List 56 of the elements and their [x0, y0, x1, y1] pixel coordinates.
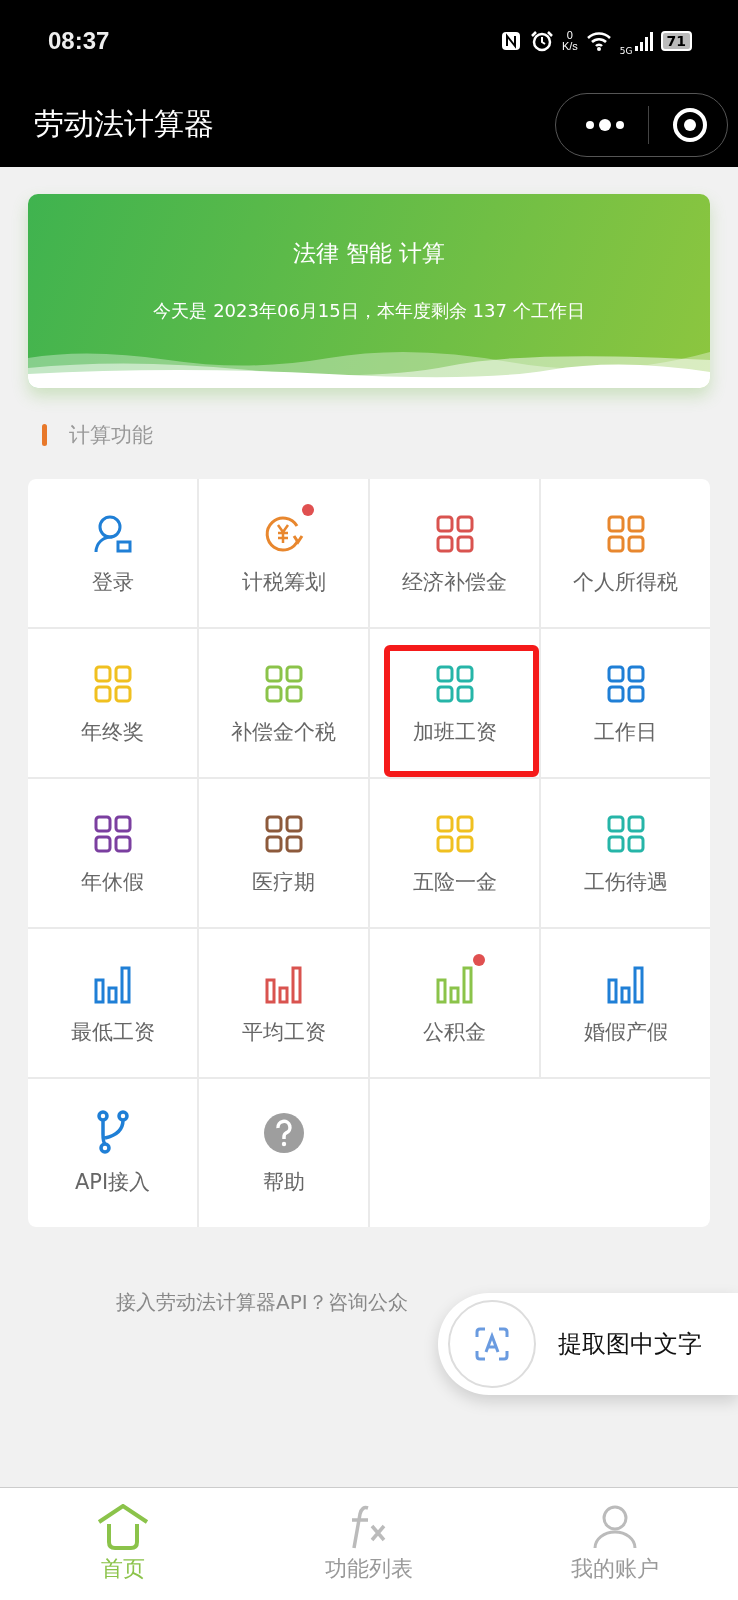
- feature-tile[interactable]: 帮助: [199, 1079, 368, 1227]
- tile-label: 最低工资: [70, 1019, 155, 1046]
- section-title: 计算功能: [69, 422, 153, 449]
- network-type: 5G: [619, 46, 633, 56]
- feature-tile[interactable]: 计税筹划: [199, 479, 368, 627]
- user-icon: [592, 1504, 638, 1550]
- feature-tile[interactable]: 工作日: [541, 629, 710, 777]
- tile-label: 年休假: [81, 869, 144, 896]
- net-speed: 0: [566, 30, 573, 41]
- app-title: 劳动法计算器: [34, 105, 214, 143]
- tile-label: API接入: [74, 1169, 151, 1196]
- signal-icon: [634, 31, 653, 51]
- nfc-icon: [499, 30, 522, 52]
- feature-tile[interactable]: 婚假产假: [541, 929, 710, 1077]
- net-speed-unit: K/s: [561, 41, 578, 52]
- feature-tile[interactable]: 加班工资: [370, 629, 539, 777]
- feature-tile[interactable]: 年休假: [28, 779, 197, 927]
- tile-label: 年终奖: [81, 719, 144, 746]
- tile-label: 补偿金个税: [231, 719, 336, 746]
- tile-label: 五险一金: [412, 869, 497, 896]
- feature-tile[interactable]: 最低工资: [28, 929, 197, 1077]
- status-time: 08:37: [48, 27, 110, 55]
- battery-indicator: 71: [660, 31, 692, 51]
- tile-label: 工伤待遇: [583, 869, 668, 896]
- tile-label: 经济补偿金: [402, 569, 507, 596]
- banner-title: 法律 智能 计算: [292, 239, 446, 268]
- feature-tile[interactable]: 公积金: [370, 929, 539, 1077]
- tile-label: 公积金: [423, 1019, 486, 1046]
- extract-text-button[interactable]: 提取图中文字: [438, 1293, 738, 1395]
- feature-tile[interactable]: 经济补偿金: [370, 479, 539, 627]
- tile-label: 计税筹划: [241, 569, 326, 596]
- accent-bar: [42, 424, 47, 446]
- text-scan-icon: [475, 1327, 509, 1361]
- tile-label: 婚假产假: [583, 1019, 668, 1046]
- alarm-icon: [529, 30, 554, 52]
- tile-label: 医疗期: [252, 869, 315, 896]
- feature-tile[interactable]: 补偿金个税: [199, 629, 368, 777]
- feature-tile[interactable]: 五险一金: [370, 779, 539, 927]
- more-icon[interactable]: [584, 118, 626, 131]
- feature-tile[interactable]: 平均工资: [199, 929, 368, 1077]
- footer-note: 接入劳动法计算器API？咨询公众: [116, 1289, 408, 1316]
- feature-tile[interactable]: 登录: [28, 479, 197, 627]
- home-icon: [97, 1504, 149, 1550]
- tile-label: 登录: [91, 569, 134, 596]
- tile-label: 工作日: [594, 719, 657, 746]
- wifi-icon: [585, 31, 612, 51]
- feature-tile[interactable]: 个人所得税: [541, 479, 710, 627]
- feature-tile[interactable]: 医疗期: [199, 779, 368, 927]
- tile-label: 加班工资: [412, 719, 497, 746]
- feature-tile[interactable]: API接入: [28, 1079, 197, 1227]
- feature-tile[interactable]: 年终奖: [28, 629, 197, 777]
- banner-subtitle: 今天是 2023年06月15日，本年度剩余 137 个工作日: [153, 299, 585, 323]
- tile-label: 帮助: [262, 1169, 305, 1196]
- feature-tile[interactable]: 工伤待遇: [541, 779, 710, 927]
- tile-label: 平均工资: [241, 1019, 326, 1046]
- tile-label: 个人所得税: [573, 569, 678, 596]
